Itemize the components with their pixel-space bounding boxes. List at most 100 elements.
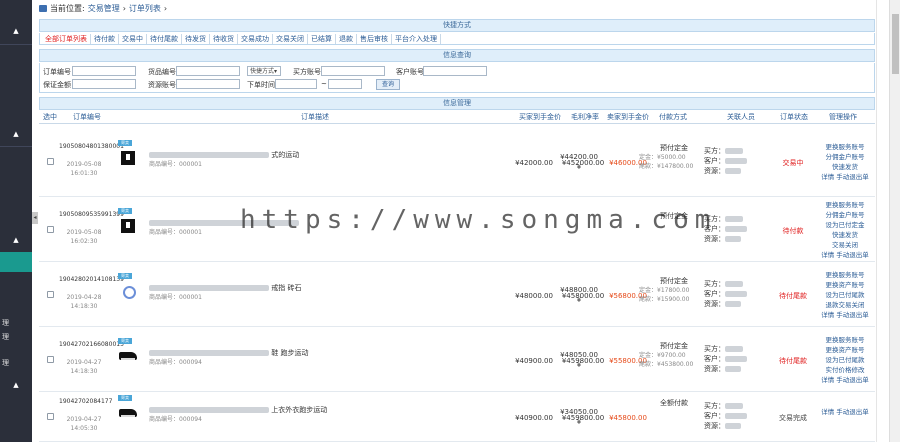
quick-filter-11[interactable]: 平台介入处理 [392, 33, 441, 44]
row-action-link[interactable]: 更换资产账号 [815, 345, 875, 355]
resource-input[interactable] [176, 79, 240, 89]
buyer-label: 买方： [704, 402, 725, 410]
search-header: 信息查询 [39, 49, 875, 62]
quick-filter-7[interactable]: 交易关闭 [273, 33, 308, 44]
order-no[interactable]: 19042802014108139 [59, 275, 124, 284]
order-description[interactable]: 式的运动 商品编号：000001 [149, 150, 299, 170]
row-checkbox[interactable] [47, 226, 54, 233]
row-action-link[interactable]: 更换服务账号 [815, 335, 875, 345]
order-no-cell: 19050809535991399 2019-05-08 16:02:30 [59, 210, 124, 246]
goods-no-input[interactable] [176, 66, 240, 76]
blurred-text [725, 301, 741, 307]
vertical-scrollbar[interactable] [889, 0, 900, 442]
order-description[interactable]: 上衣外衣跑步运动 商品编号：000094 [149, 405, 327, 425]
payment-type: 预付定金 [660, 144, 688, 152]
quick-filter-6[interactable]: 交易成功 [238, 33, 273, 44]
row-action-link[interactable]: 分佣金户账号 [815, 210, 875, 220]
payment-type: 全额付款 [660, 399, 688, 407]
nav-toggle-1[interactable]: ▲ [0, 20, 32, 42]
product-thumbnail[interactable] [118, 405, 138, 421]
row-action-link[interactable]: 更换服务账号 [815, 142, 875, 152]
row-action-link[interactable]: 详情 手动退出单 [815, 310, 875, 320]
order-no[interactable]: 19042702166080015 [59, 340, 124, 349]
row-action-link[interactable]: 更换服务账号 [815, 270, 875, 280]
row-action-link[interactable]: 设为已付定金 [815, 220, 875, 230]
consign-badge: 寄卖 [118, 273, 132, 279]
order-no[interactable]: 19042702084177 [59, 397, 112, 406]
row-checkbox[interactable] [47, 413, 54, 420]
nav-toggle-4[interactable]: ▲ [0, 374, 32, 396]
order-time-end[interactable] [328, 79, 362, 89]
status-select[interactable]: 快捷方式▾ [247, 66, 281, 76]
seller-price-red: ¥45800.00 [609, 414, 647, 422]
breadcrumb-order-list[interactable]: 订单列表 [129, 3, 161, 14]
order-time: 16:02:30 [70, 238, 98, 245]
product-thumbnail[interactable] [118, 348, 138, 364]
row-action-link[interactable]: 交易关闭 [815, 240, 875, 250]
nav-toggle-3[interactable]: ▲ [0, 229, 32, 251]
goods-code: 商品编号：000094 [149, 416, 202, 423]
quick-filter-2[interactable]: 交易中 [119, 33, 147, 44]
quick-filter-9[interactable]: 退款 [336, 33, 357, 44]
row-action-link[interactable]: 退款交易关闭 [815, 300, 875, 310]
row-action-link[interactable]: 快速发货 [815, 230, 875, 240]
blurred-text [725, 148, 743, 154]
row-action-link[interactable]: 更换资产账号 [815, 280, 875, 290]
order-description[interactable]: 戒指 砖石 商品编号：000001 [149, 283, 301, 303]
order-no[interactable]: 19050804801380001 [59, 142, 124, 151]
row-action-link[interactable]: 详情 手动退出单 [815, 375, 875, 385]
product-thumbnail[interactable] [118, 150, 138, 166]
row-action-link[interactable]: 实付价格修改 [815, 365, 875, 375]
order-status: 交易中 [782, 159, 804, 167]
row-checkbox[interactable] [47, 291, 54, 298]
row-action-link[interactable]: 详情 手动退出单 [815, 172, 875, 182]
row-checkbox[interactable] [47, 158, 54, 165]
quick-filter-3[interactable]: 待付尾款 [147, 33, 182, 44]
sidebar-collapse-handle[interactable]: ◂ [32, 212, 38, 224]
row-action-link[interactable]: 快速发货 [815, 162, 875, 172]
order-no-input[interactable] [72, 66, 136, 76]
quick-filter-4[interactable]: 待发货 [182, 33, 210, 44]
payment-type: 预付定金 [660, 342, 688, 350]
nav-active-item[interactable] [0, 252, 32, 272]
order-description[interactable]: 鞋 跑步运动 商品编号：000094 [149, 348, 308, 368]
breadcrumb: 当前位置: 交易管理 › 订单列表 › [39, 2, 167, 14]
blurred-text [149, 152, 269, 158]
breadcrumb-trade[interactable]: 交易管理 [88, 3, 120, 14]
scroll-thumb[interactable] [892, 14, 899, 74]
nav-item-label[interactable]: 理 [2, 358, 9, 368]
payment-type: 预付定金 [660, 277, 688, 285]
col-gross: 毛利净率 [571, 113, 599, 121]
related-people: 买方： 客户： 资源： [704, 279, 747, 309]
quick-filter-0[interactable]: 全部订单列表 [42, 33, 91, 44]
nav-item-label[interactable]: 理 [2, 318, 9, 328]
payment-balance: 尾款：¥453800.00 [639, 361, 694, 368]
quick-filter-10[interactable]: 售后审核 [357, 33, 392, 44]
row-action-link[interactable]: 详情 手动退出单 [815, 250, 875, 260]
row-action-link[interactable]: 设为已付尾款 [815, 290, 875, 300]
nav-item-label[interactable]: 理 [2, 332, 9, 342]
quick-filter-1[interactable]: 待付款 [91, 33, 119, 44]
row-action-link[interactable]: 分佣金户账号 [815, 152, 875, 162]
goods-code: 商品编号：000001 [149, 294, 202, 301]
buyer-price: ¥40900.00 [515, 357, 553, 365]
buyer-no-input[interactable] [321, 66, 385, 76]
order-no[interactable]: 19050809535991399 [59, 210, 124, 219]
search-button[interactable]: 查询 [376, 79, 400, 90]
row-action-link[interactable]: 更换服务账号 [815, 200, 875, 210]
product-thumbnail[interactable] [118, 218, 138, 234]
customer-input[interactable] [423, 66, 487, 76]
nav-toggle-2[interactable]: ▲ [0, 123, 32, 145]
quick-filter-5[interactable]: 待收货 [210, 33, 238, 44]
table-row: 19042802014108139 2019-04-28 14:18:30 寄卖… [39, 262, 875, 327]
blurred-text [725, 413, 747, 419]
row-checkbox[interactable] [47, 356, 54, 363]
quick-filter-8[interactable]: 已结算 [308, 33, 336, 44]
order-no-label: 订单编号 [43, 68, 71, 76]
resource-label: 资源： [704, 235, 725, 243]
row-action-link[interactable]: 设为已付尾款 [815, 355, 875, 365]
deposit-input[interactable] [72, 79, 136, 89]
order-time-start[interactable] [275, 79, 317, 89]
row-action-link[interactable]: 详情 手动退出单 [815, 407, 875, 417]
product-thumbnail[interactable] [118, 283, 138, 299]
